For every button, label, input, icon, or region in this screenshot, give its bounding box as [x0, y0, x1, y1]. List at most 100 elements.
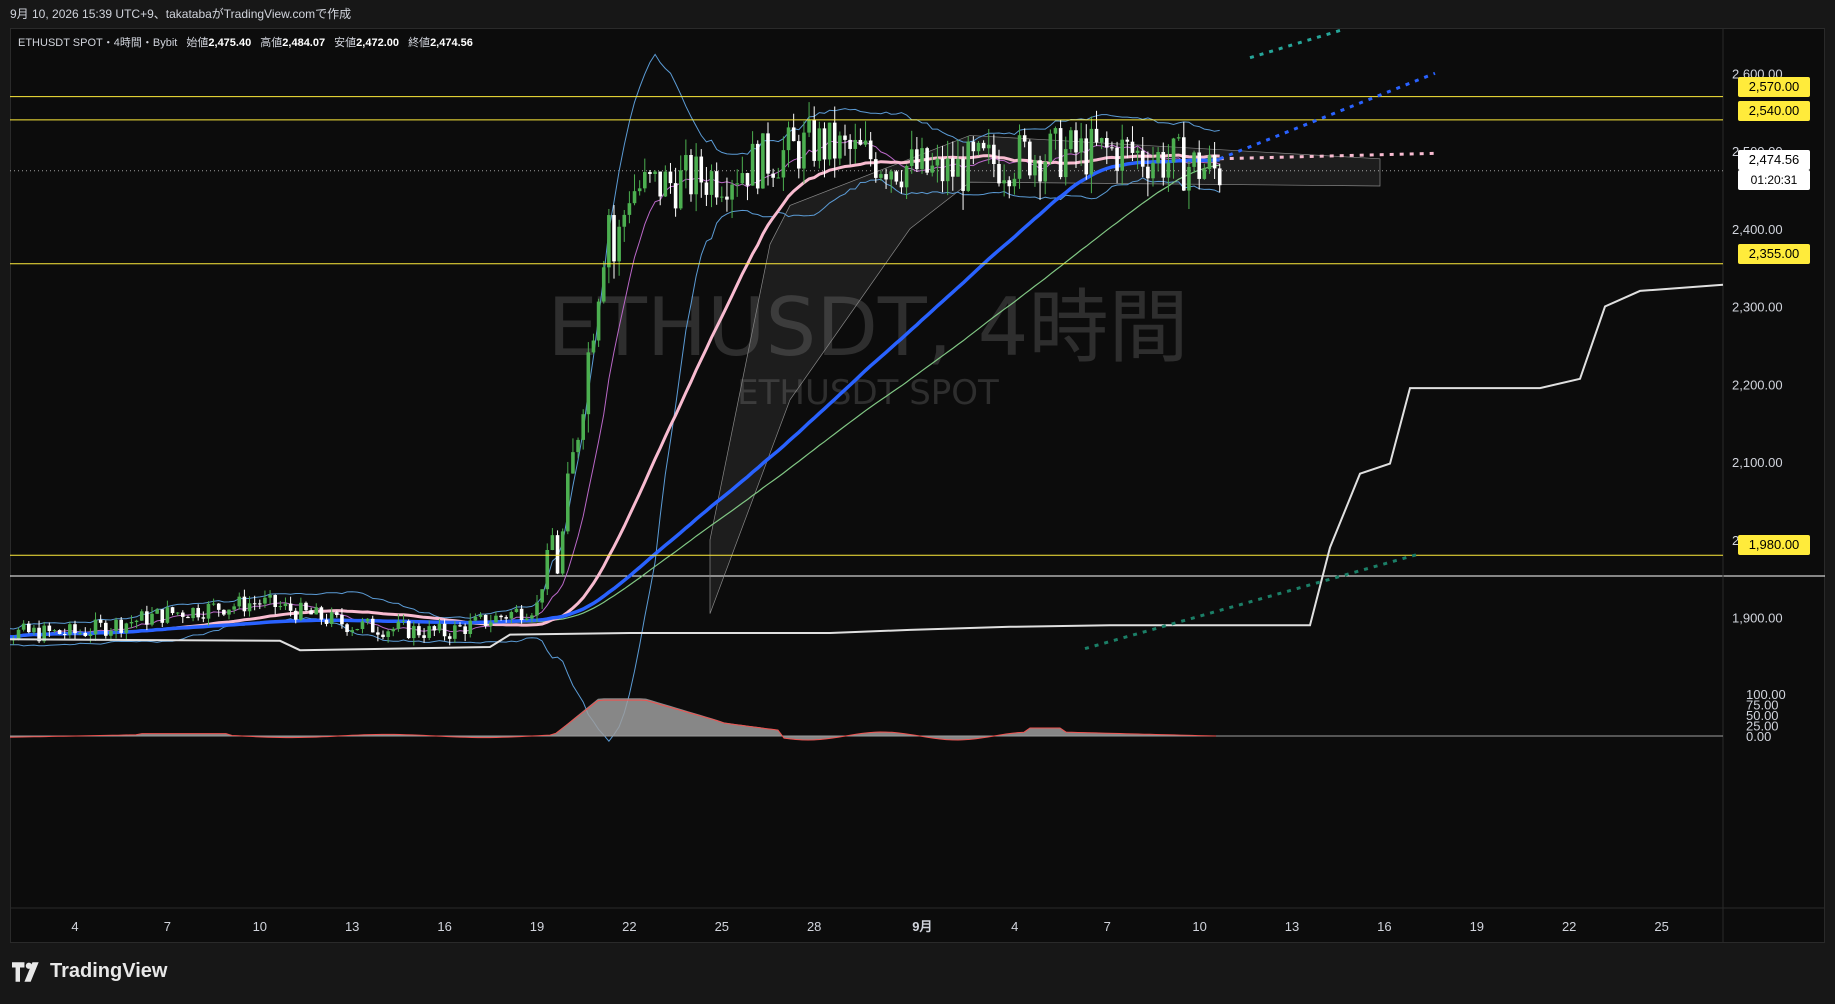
- candle-body: [129, 622, 134, 624]
- candle-body: [329, 612, 334, 624]
- time-tick-label: 9月: [912, 919, 932, 934]
- candle-body: [268, 595, 272, 598]
- footer: [0, 943, 1835, 1004]
- price-tick-label: 2,100.00: [1732, 455, 1783, 470]
- time-axis: 4 7 10 13 16 19 22 25 28 9月 4 7 10 13 16 19 22 25: [71, 919, 1668, 934]
- candle-body: [1151, 162, 1155, 179]
- candle-body: [899, 181, 904, 188]
- candle-body: [1022, 135, 1027, 142]
- candle-body: [201, 617, 206, 619]
- candle-body: [976, 142, 981, 152]
- candle-body: [643, 172, 647, 189]
- price-tick-label: 2,300.00: [1732, 300, 1783, 315]
- candle-body: [134, 620, 139, 623]
- candle-body: [93, 619, 98, 635]
- candle-body: [165, 607, 170, 623]
- candle-body: [299, 602, 303, 620]
- candle-body: [191, 607, 195, 619]
- candle-body: [1166, 162, 1171, 178]
- candle-body: [1171, 138, 1176, 163]
- candle-body: [1212, 155, 1217, 169]
- candle-body: [437, 623, 442, 631]
- legend-open: 2,475.40: [208, 37, 252, 49]
- candle-body: [586, 352, 591, 415]
- candle-body: [1063, 149, 1068, 178]
- candle-body: [1069, 130, 1073, 150]
- candle-body: [992, 144, 996, 165]
- candle-body: [571, 452, 575, 474]
- candle-body: [797, 141, 801, 169]
- candle-body: [755, 143, 760, 189]
- candle-body: [781, 150, 786, 178]
- candle-body: [104, 622, 108, 636]
- candle-body: [1105, 138, 1109, 148]
- candle-body: [139, 611, 144, 621]
- candle-body: [622, 214, 627, 227]
- legend-high-label: 高値: [260, 37, 283, 49]
- candle-body: [868, 140, 873, 160]
- chart-canvas[interactable]: ETHUSDT, 4時間 ETHUSDT SPOT 2,600.002,500.…: [10, 28, 1825, 943]
- candle-body: [216, 603, 221, 610]
- candle-body: [381, 634, 385, 638]
- candle-body: [283, 603, 288, 607]
- price-tag-1980: 1,980.00: [1738, 535, 1810, 555]
- teal-projection: [1084, 552, 1421, 651]
- candle-body: [222, 609, 226, 615]
- candle-body: [360, 621, 365, 629]
- candle-body: [884, 174, 888, 180]
- time-tick-label: 16: [437, 919, 451, 934]
- time-tick-label: 25: [715, 919, 729, 934]
- candle-body: [468, 620, 473, 634]
- watermark: ETHUSDT, 4時間 ETHUSDT SPOT: [547, 281, 1188, 413]
- candle-body: [576, 439, 580, 453]
- time-tick-label: 25: [1654, 919, 1668, 934]
- time-tick-label: 22: [622, 919, 636, 934]
- candle-body: [155, 609, 159, 614]
- candle-body: [663, 171, 668, 197]
- candle-body: [227, 609, 231, 615]
- candle-body: [822, 128, 827, 160]
- candle-body: [1197, 152, 1201, 179]
- candle-body: [124, 623, 129, 633]
- price-tag-current: 2,474.56: [1738, 150, 1810, 170]
- candle-body: [196, 607, 200, 618]
- candle-body: [278, 606, 283, 608]
- candle-body: [894, 171, 899, 182]
- watermark-title: ETHUSDT, 4時間: [547, 281, 1188, 374]
- candle-body: [524, 618, 529, 621]
- candle-body: [211, 603, 216, 605]
- candle-body: [247, 603, 252, 612]
- time-tick-label: 13: [1285, 919, 1299, 934]
- candle-body: [340, 614, 344, 625]
- tradingview-logo[interactable]: TradingView: [12, 960, 167, 983]
- price-tick-label: 2,200.00: [1732, 377, 1783, 392]
- legend-close-label: 終値: [408, 37, 431, 49]
- candle-body: [966, 141, 970, 191]
- candle-body: [119, 619, 123, 633]
- candle-body: [566, 473, 570, 532]
- candle-body: [956, 158, 960, 177]
- candle-body: [417, 626, 421, 636]
- candle-body: [550, 535, 555, 551]
- candle-body: [473, 616, 478, 621]
- price-tick-label: 2,400.00: [1732, 222, 1783, 237]
- candle-body: [945, 158, 950, 182]
- ohlc-legend: ETHUSDT SPOT・4時間・Bybit 始値2,475.40 高値2,48…: [18, 34, 473, 50]
- candle-body: [694, 156, 698, 195]
- candle-body: [453, 625, 457, 639]
- candle-body: [1125, 139, 1130, 142]
- candle-body: [915, 149, 919, 170]
- candle-body: [514, 608, 519, 613]
- tradingview-logo-icon: [12, 961, 39, 982]
- candle-body: [304, 602, 308, 611]
- candle-body: [1007, 180, 1012, 187]
- candle-body: [668, 171, 673, 184]
- candle-body: [396, 621, 401, 629]
- candle-body: [509, 612, 514, 619]
- candle-body: [370, 618, 375, 633]
- candle-body: [684, 155, 688, 171]
- candle-body: [355, 628, 360, 631]
- candle-body: [940, 158, 945, 182]
- candle-body: [843, 135, 847, 140]
- candle-body: [150, 613, 154, 625]
